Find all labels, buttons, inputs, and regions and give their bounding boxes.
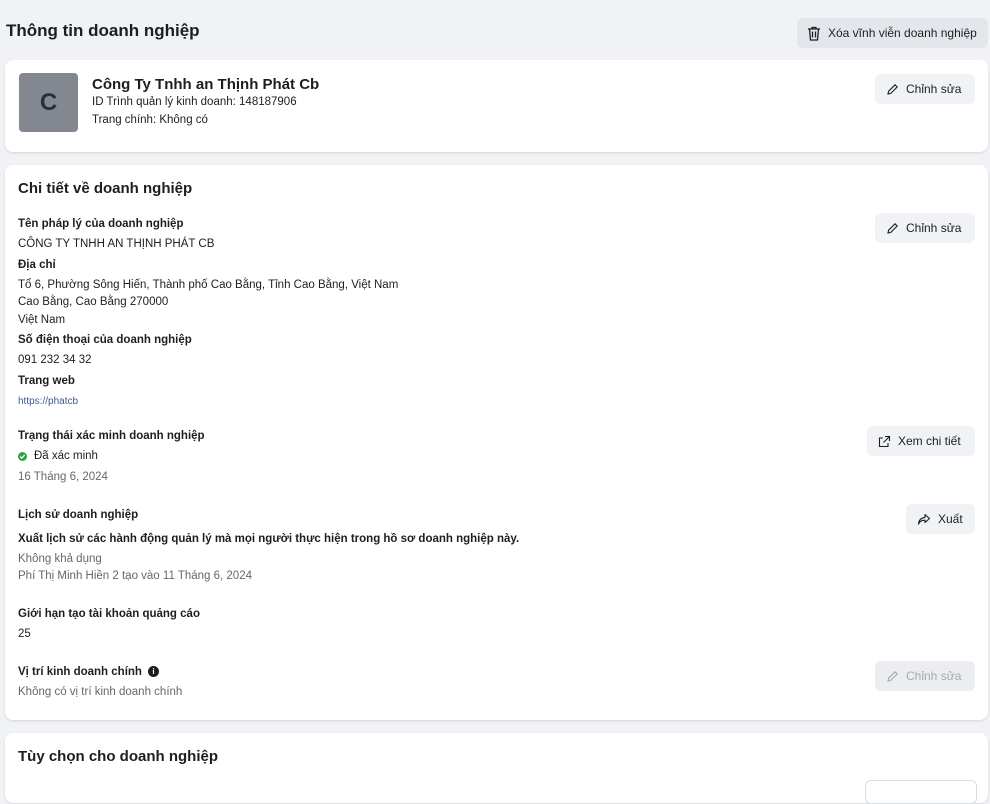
website-link[interactable]: https://phatcb bbox=[18, 396, 78, 407]
address-label: Địa chỉ bbox=[18, 259, 56, 271]
history-description: Xuất lịch sử các hành động quản lý mà mọ… bbox=[18, 533, 520, 545]
address-line-2: Cao Bằng, Cao Bằng 270000 bbox=[18, 296, 169, 308]
legal-name-label: Tên pháp lý của doanh nghiệp bbox=[18, 218, 184, 230]
verification-status: Đã xác minh bbox=[18, 450, 98, 462]
edit-location-label: Chỉnh sửa bbox=[906, 669, 962, 683]
edit-details-label: Chỉnh sửa bbox=[906, 221, 962, 235]
business-details-card: Chi tiết về doanh nghiệp Tên pháp lý của… bbox=[5, 165, 988, 720]
history-label: Lịch sử doanh nghiệp bbox=[18, 509, 139, 521]
legal-name-value: CÔNG TY TNHH AN THỊNH PHÁT CB bbox=[18, 238, 215, 250]
business-options-card: Tùy chọn cho doanh nghiệp bbox=[5, 733, 988, 804]
edit-details-button[interactable]: Chỉnh sửa bbox=[875, 213, 975, 243]
ad-limit-value: 25 bbox=[18, 628, 31, 640]
view-details-label: Xem chi tiết bbox=[898, 434, 961, 448]
pencil-icon bbox=[887, 83, 898, 95]
verification-date: 16 Tháng 6, 2024 bbox=[18, 471, 108, 483]
page-title: Thông tin doanh nghiệp bbox=[6, 21, 200, 40]
verification-label: Trạng thái xác minh doanh nghiệp bbox=[18, 430, 205, 442]
pencil-icon bbox=[887, 670, 898, 682]
avatar: C bbox=[19, 73, 78, 132]
edit-profile-label: Chỉnh sửa bbox=[906, 82, 962, 96]
export-label: Xuất bbox=[938, 512, 963, 526]
location-value: Không có vị trí kinh doanh chính bbox=[18, 686, 183, 698]
view-details-button[interactable]: Xem chi tiết bbox=[867, 426, 975, 456]
pencil-icon bbox=[887, 222, 898, 234]
business-profile-card: C Công Ty Tnhh an Thịnh Phát Cb ID Trình… bbox=[5, 60, 988, 152]
options-button[interactable] bbox=[865, 780, 977, 804]
phone-value: 091 232 34 32 bbox=[18, 354, 92, 366]
location-label-row: Vị trí kinh doanh chính i bbox=[18, 666, 159, 678]
trash-icon bbox=[808, 26, 820, 41]
business-name: Công Ty Tnhh an Thịnh Phát Cb bbox=[92, 76, 320, 93]
edit-profile-button[interactable]: Chỉnh sửa bbox=[875, 74, 975, 104]
location-label: Vị trí kinh doanh chính bbox=[18, 666, 142, 678]
address-line-3: Việt Nam bbox=[18, 314, 66, 326]
primary-page: Trang chính: Không có bbox=[92, 114, 208, 126]
check-circle-icon bbox=[18, 451, 27, 461]
export-history-button[interactable]: Xuất bbox=[906, 504, 975, 534]
external-link-icon bbox=[878, 435, 891, 447]
business-id: ID Trình quản lý kinh doanh: 148187906 bbox=[92, 96, 297, 108]
website-label: Trang web bbox=[18, 375, 75, 387]
page-header: Thông tin doanh nghiệp Xóa vĩnh viễn doa… bbox=[0, 4, 990, 56]
ad-limit-label: Giới hạn tạo tài khoản quảng cáo bbox=[18, 608, 200, 620]
delete-business-label: Xóa vĩnh viễn doanh nghiệp bbox=[828, 26, 977, 40]
history-status: Không khả dụng bbox=[18, 553, 102, 565]
history-created: Phí Thị Minh Hiền 2 tạo vào 11 Tháng 6, … bbox=[18, 570, 252, 582]
details-title: Chi tiết về doanh nghiệp bbox=[18, 180, 193, 197]
verification-status-text: Đã xác minh bbox=[34, 450, 98, 462]
share-arrow-icon bbox=[917, 513, 931, 525]
options-title: Tùy chọn cho doanh nghiệp bbox=[18, 748, 218, 765]
phone-label: Số điện thoại của doanh nghiệp bbox=[18, 334, 192, 346]
address-line-1: Tổ 6, Phường Sông Hiến, Thành phố Cao Bằ… bbox=[18, 279, 399, 291]
avatar-letter: C bbox=[39, 88, 58, 116]
info-icon[interactable]: i bbox=[147, 666, 159, 678]
delete-business-button[interactable]: Xóa vĩnh viễn doanh nghiệp bbox=[797, 18, 988, 48]
edit-location-button[interactable]: Chỉnh sửa bbox=[875, 661, 975, 691]
